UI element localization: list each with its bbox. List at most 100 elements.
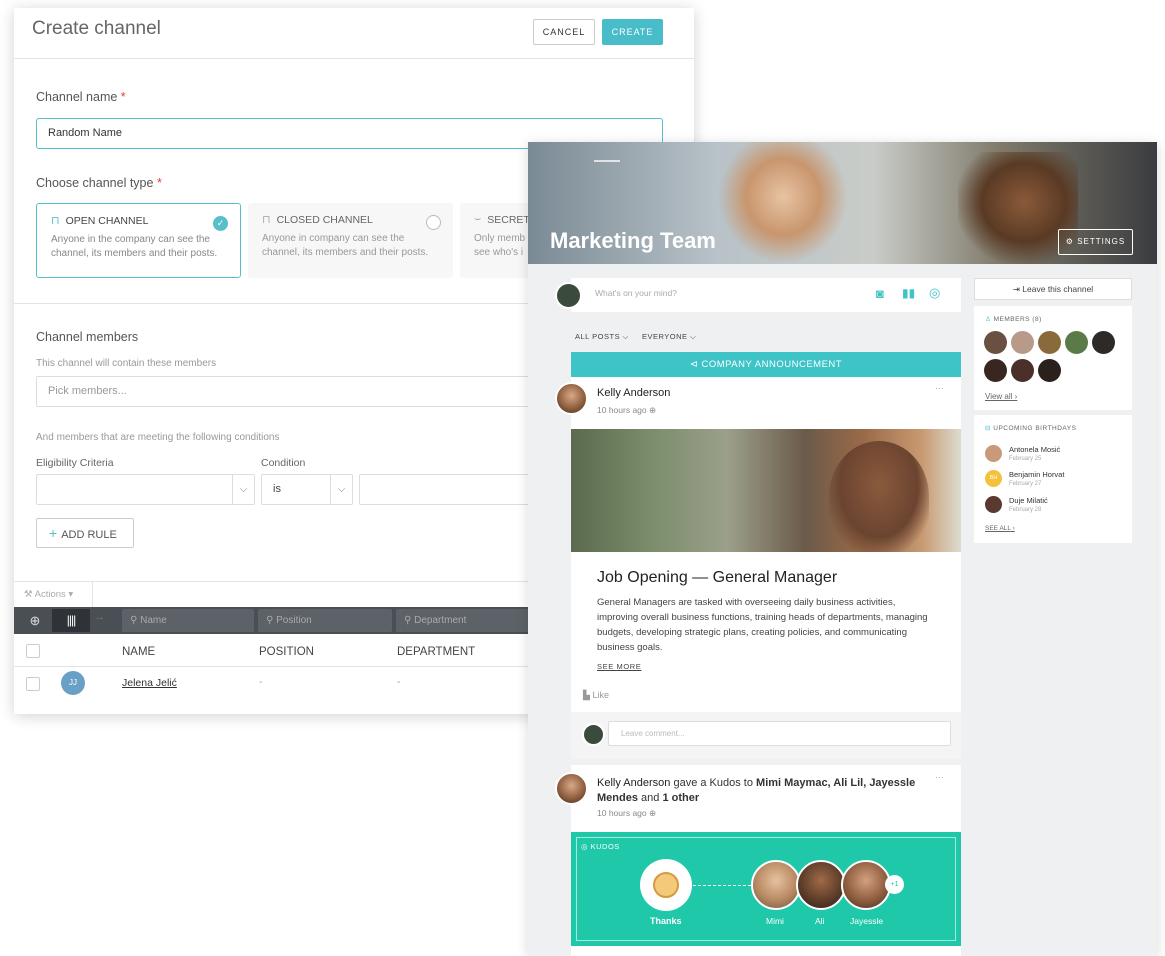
channel-page: Marketing Team ⚙ SETTINGS What's on your… (528, 142, 1157, 956)
chevron-down-icon: ⌵ (330, 475, 352, 504)
check-icon: ✓ (213, 216, 228, 231)
birthdays-title: ⊟ UPCOMING BIRTHDAYS (985, 425, 1077, 432)
conditions-hint: And members that are meeting the followi… (36, 432, 280, 443)
like-button[interactable]: ▙ Like (583, 690, 609, 701)
unlock-icon: ⊓ (51, 215, 60, 227)
department-filter-input[interactable]: ⚲ Department (396, 609, 530, 632)
recipient-name: Jayessle (850, 916, 884, 926)
member-position: - (259, 677, 263, 688)
avatar[interactable] (1092, 331, 1115, 354)
select-all-checkbox[interactable] (26, 644, 40, 658)
composer-input[interactable]: What's on your mind? (595, 288, 677, 298)
leave-channel-button[interactable]: ⇥ Leave this channel (974, 278, 1132, 300)
avatar[interactable] (1038, 331, 1061, 354)
search-icon: ⚲ (130, 615, 138, 626)
pick-members-input[interactable]: Pick members... (36, 376, 556, 407)
arrow-right-icon: → (94, 611, 105, 623)
globe-icon: ⊕ (649, 405, 657, 415)
add-rule-button[interactable]: + ADD RULE (36, 518, 134, 548)
avatar: JJ (61, 671, 85, 695)
avatar (555, 772, 588, 805)
create-button[interactable]: CREATE (602, 19, 663, 45)
actions-dropdown[interactable]: ⚒ Actions ▾ (24, 589, 73, 600)
more-options-icon[interactable]: ··· (935, 383, 944, 393)
members-hint: This channel will contain these members (36, 358, 217, 369)
avatar[interactable] (1011, 359, 1034, 382)
column-header-name[interactable]: NAME (122, 646, 155, 658)
birthday-name[interactable]: Benjamin Horvat (1009, 470, 1064, 479)
connector-line (693, 885, 751, 886)
kudos-card: ◎ KUDOS Thanks +1 Mimi Ali Jayessle (571, 832, 961, 946)
column-header-department[interactable]: DEPARTMENT (397, 646, 475, 658)
kudos-label: ◎ KUDOS (581, 842, 620, 851)
hidden-icon: ⌣ (474, 213, 482, 225)
post-composer[interactable]: What's on your mind? ◙ ▮▮ ◎ (571, 278, 961, 312)
post-author[interactable]: Kelly Anderson (597, 387, 670, 399)
avatar[interactable] (1038, 359, 1061, 382)
dialog-title: Create channel (32, 18, 161, 39)
avatar: BH (985, 470, 1002, 487)
award-icon[interactable]: ◎ (929, 285, 940, 301)
filter-audience[interactable]: EVERYONE ⌵ (642, 332, 696, 342)
radio-button[interactable] (426, 215, 441, 230)
channel-name-label: Channel name * (36, 90, 126, 104)
birthdays-widget: ⊟ UPCOMING BIRTHDAYS Antonela Mosić Febr… (974, 415, 1132, 543)
condition-label: Condition (261, 457, 306, 469)
columns-icon[interactable]: |||| (52, 609, 90, 632)
birthday-name[interactable]: Antonela Mosić (1009, 445, 1060, 454)
name-filter-input[interactable]: ⚲ Name (122, 609, 254, 632)
see-all-birthdays-link[interactable]: SEE ALL › (985, 525, 1015, 532)
post-heading: Job Opening — General Manager (597, 569, 838, 586)
person-photo (829, 441, 929, 552)
row-checkbox[interactable] (26, 677, 40, 691)
avatar[interactable] (984, 359, 1007, 382)
cancel-button[interactable]: CANCEL (533, 19, 595, 45)
badge-name: Thanks (650, 916, 682, 926)
menu-line (594, 160, 620, 162)
position-filter-input[interactable]: ⚲ Position (258, 609, 392, 632)
lock-icon: ⊓ (262, 214, 271, 226)
avatar[interactable] (1011, 331, 1034, 354)
post-card: Kelly Anderson 10 hours ago ⊕ ··· Job Op… (571, 377, 961, 759)
open-channel-option[interactable]: ⊓ OPEN CHANNEL Anyone in the company can … (36, 203, 241, 278)
birthday-date: February 28 (1009, 507, 1042, 513)
plus-icon: + (49, 525, 58, 541)
view-all-members-link[interactable]: View all › (985, 392, 1017, 401)
megaphone-icon: ⊲ (689, 359, 699, 370)
thumbs-up-icon: ▙ (583, 690, 590, 700)
person-photo (718, 142, 848, 264)
dialog-header: Create channel CANCEL CREATE (14, 8, 694, 59)
member-name-link[interactable]: Jelena Jelić (122, 677, 177, 689)
kudos-post-text: Kelly Anderson gave a Kudos to Mimi Maym… (597, 777, 916, 804)
avatar[interactable] (1065, 331, 1088, 354)
post-time: 10 hours ago ⊕ (597, 808, 657, 818)
settings-button[interactable]: ⚙ SETTINGS (1058, 229, 1133, 255)
channel-type-label: Choose channel type * (36, 176, 162, 190)
channel-banner-image: Marketing Team ⚙ SETTINGS (528, 142, 1157, 264)
poll-icon[interactable]: ▮▮ (902, 286, 915, 300)
users-icon: ♙ (985, 316, 992, 323)
extra-count-badge[interactable]: +1 (885, 875, 904, 894)
condition-select[interactable]: is ⌵ (261, 474, 353, 505)
globe-icon[interactable]: ⊕ (21, 611, 49, 630)
divider (92, 581, 93, 607)
avatar[interactable] (984, 331, 1007, 354)
filter-all-posts[interactable]: ALL POSTS ⌵ (575, 332, 629, 342)
gear-icon: ⚙ (1065, 237, 1074, 246)
avatar (985, 445, 1002, 462)
closed-channel-option[interactable]: ⊓ CLOSED CHANNEL Anyone in company can se… (248, 203, 453, 278)
see-more-link[interactable]: SEE MORE (597, 662, 641, 671)
column-header-position[interactable]: POSITION (259, 646, 314, 658)
chevron-down-icon: ⌵ (232, 475, 254, 504)
avatar (985, 496, 1002, 513)
more-options-icon[interactable]: ··· (935, 772, 944, 782)
eligibility-select[interactable]: ⌵ (36, 474, 255, 505)
comment-input[interactable]: Leave comment... (608, 721, 951, 746)
birthday-name[interactable]: Duje Milatić (1009, 496, 1048, 505)
birthday-date: February 25 (1009, 456, 1042, 462)
avatar (751, 860, 801, 910)
award-icon: ◎ (581, 842, 589, 851)
camera-icon[interactable]: ◙ (876, 286, 884, 301)
badge-icon (653, 872, 679, 898)
post-time: 10 hours ago ⊕ (597, 405, 657, 415)
